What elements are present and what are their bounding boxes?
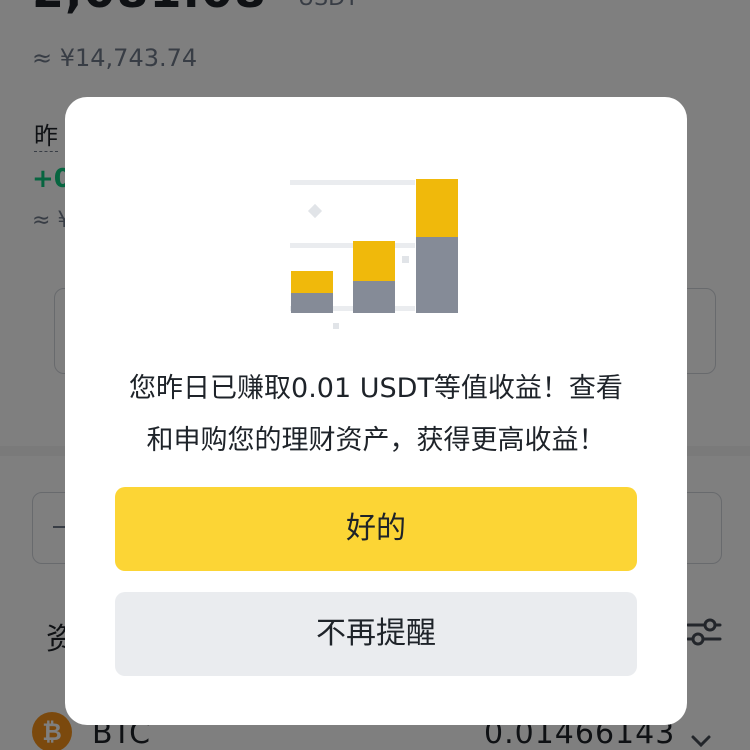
earnings-reminder-dialog: 您昨日已赚取0.01 USDT等值收益！查看 和申购您的理财资产，获得更高收益！… [65, 97, 687, 725]
dialog-message-line-2: 和申购您的理财资产，获得更高收益！ [146, 425, 606, 456]
dialog-message-line-1: 您昨日已赚取0.01 USDT等值收益！查看 [129, 373, 623, 404]
screen: 2,081.08 USDT ≈ ¥14,743.74 昨 +0 ≈ ¥ 资 ₿ … [0, 0, 750, 750]
ok-button[interactable]: 好的 [115, 487, 637, 571]
dialog-message: 您昨日已赚取0.01 USDT等值收益！查看 和申购您的理财资产，获得更高收益！ [95, 363, 657, 467]
bar-chart-growth-illustration [290, 179, 458, 329]
dont-remind-again-button[interactable]: 不再提醒 [115, 592, 637, 676]
